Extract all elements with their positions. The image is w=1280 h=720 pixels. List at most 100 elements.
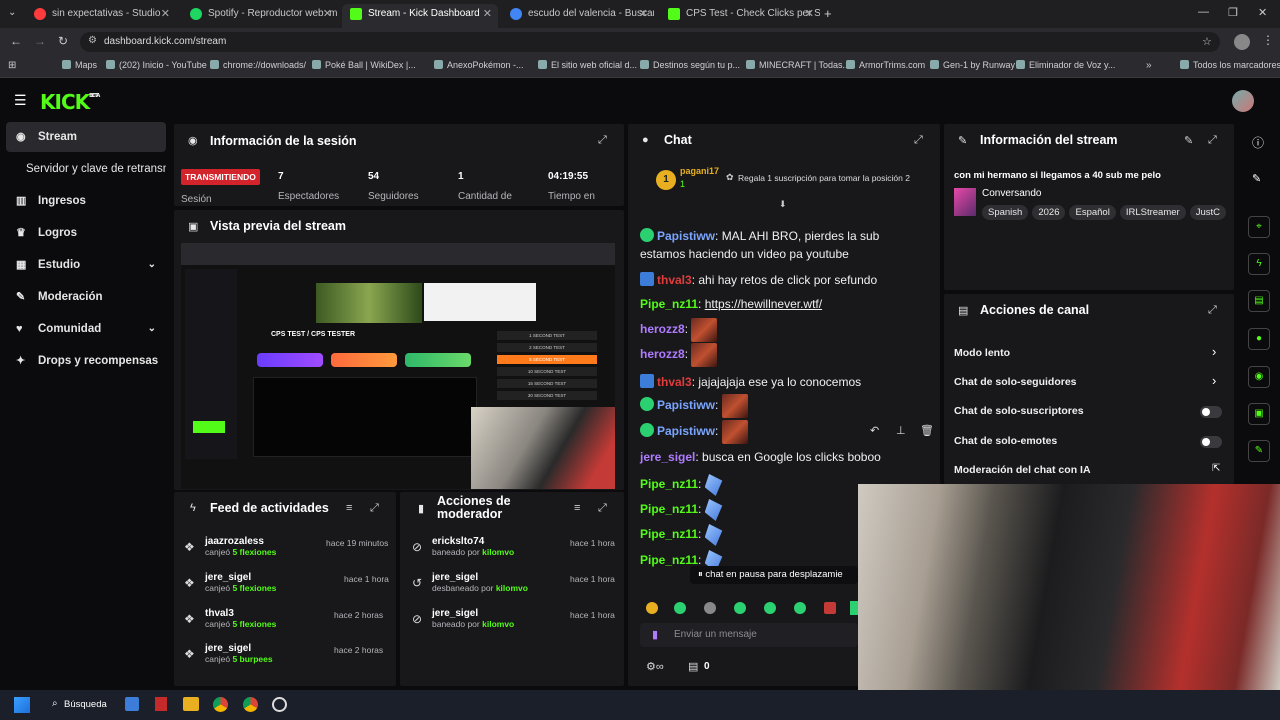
external-link-icon[interactable]: ⇱ [1212,463,1220,474]
pin-icon[interactable]: ⊥ [896,424,906,437]
bookmark-eliminador[interactable]: Eliminador de Voz y... [1016,60,1115,70]
sidebar-item-logros[interactable]: ♛ Logros [6,218,166,248]
browser-menu-icon[interactable]: ⋮ [1262,33,1274,47]
emote-quick[interactable] [674,602,686,614]
edit-icon[interactable]: ✎ [1184,134,1193,147]
chat-username[interactable]: Pipe_nz11 [640,527,698,541]
chat-username[interactable]: herozz8 [640,347,685,361]
more-bookmarks-icon[interactable]: » [1146,60,1152,71]
file-explorer-icon[interactable] [183,697,199,711]
category-name[interactable]: Conversando [982,188,1041,199]
tag[interactable]: JustC [1189,205,1226,220]
close-window-button[interactable]: ✕ [1258,6,1267,19]
chat-input[interactable]: ▮ Enviar un mensaje [640,623,858,647]
rail-list-icon[interactable]: ▤ [1248,290,1270,312]
activity-user[interactable]: jaazrozaless [205,536,276,547]
browser-tab-google[interactable]: escudo del valencia - Buscar co✕ [502,4,654,28]
emote-quick[interactable] [794,602,806,614]
action-ai-moderation[interactable]: Moderación del chat con IA [954,464,1091,476]
expand-icon[interactable]: ⤢ [914,134,923,147]
info-icon[interactable]: ⓘ [1252,134,1264,151]
sidebar-item-estudio[interactable]: ▦ Estudio ⌄ [6,250,166,280]
rail-wrench-icon[interactable]: ✎ [1248,440,1270,462]
tag[interactable]: IRLStreamer [1119,205,1186,220]
kick-logo[interactable]: KICKBETA [40,90,100,114]
bookmark-destinos[interactable]: Destinos según tu p... [640,60,740,70]
expand-icon[interactable]: ⤢ [370,502,379,515]
bookmark-minecraft[interactable]: MINECRAFT | Todas... [746,60,850,70]
chat-username[interactable]: Pipe_nz11 [640,297,698,311]
sidebar-item-stream[interactable]: ◉ Stream [6,122,166,152]
chat-username[interactable]: thval3 [657,273,692,287]
chat-pinned-gift[interactable]: 1 pagani17 1 ✿ Regala 1 suscripción para… [632,163,938,199]
activity-user[interactable]: jere_sigel [205,572,276,583]
subs-only-toggle[interactable] [1200,406,1222,418]
mod-action-user[interactable]: jere_sigel [432,608,514,619]
tab-list-icon[interactable]: ⌄ [8,7,16,18]
sidebar-item-comunidad[interactable]: ♥ Comunidad ⌄ [6,314,166,344]
emote-quick[interactable] [850,601,858,615]
bookmark-runway[interactable]: Gen-1 by Runway [930,60,1015,70]
rail-scan-icon[interactable]: ⌖ [1248,216,1270,238]
minimize-button[interactable]: — [1198,6,1209,18]
expand-icon[interactable]: ⤢ [1208,304,1217,317]
sidebar-item-drops[interactable]: ✦ Drops y recompensas [6,346,166,376]
tag[interactable]: Spanish [982,205,1029,220]
bookmark-youtube[interactable]: (202) Inicio - YouTube [106,60,207,70]
stream-preview-video[interactable]: CPS TEST / CPS TESTER 1 SECOND TEST 2 SE… [181,243,615,489]
reload-icon[interactable]: ↻ [58,34,68,48]
bookmark-armortrims[interactable]: ArmorTrims.com [846,60,925,70]
pencil-icon[interactable]: ✎ [1252,172,1261,185]
close-icon[interactable]: ✕ [323,4,332,24]
emote-quick[interactable] [764,602,776,614]
browser-tab-kick[interactable]: Stream - Kick Dashboard ✕ [342,4,498,28]
bookmark-star-icon[interactable]: ☆ [1202,35,1212,48]
rail-lightning-icon[interactable]: ϟ [1248,253,1270,275]
apps-icon[interactable]: ⊞ [8,60,16,71]
emote-quick[interactable] [734,602,746,614]
chat-username[interactable]: thval3 [657,375,692,389]
mod-action-user[interactable]: jere_sigel [432,572,528,583]
expand-icon[interactable]: ⤢ [1208,134,1217,147]
taskbar-search[interactable]: Búsqueda [64,699,107,710]
chat-username[interactable]: Papistiww [657,398,715,412]
bookmark-all[interactable]: Todos los marcadores [1180,60,1280,70]
chat-username[interactable]: herozz8 [640,322,685,336]
chat-link[interactable]: https://hewillnever.wtf/ [705,297,822,311]
chat-username[interactable]: Papistiww [657,229,715,243]
chat-username[interactable]: Pipe_nz11 [640,553,698,567]
tag[interactable]: Español [1069,205,1116,220]
scroll-down-icon[interactable]: ⬇ [779,199,787,210]
taskview-icon[interactable] [125,697,139,711]
bookmark-downloads[interactable]: chrome://downloads/ [210,60,306,70]
bookmark-anexo[interactable]: AnexoPokémon -... [434,60,524,70]
chrome-active-icon[interactable] [243,697,258,712]
activity-user[interactable]: jere_sigel [205,643,273,654]
action-slow-mode[interactable]: Modo lento [954,347,1010,359]
activity-user[interactable]: thval3 [205,608,276,619]
filter-icon[interactable]: ≡ [346,502,352,514]
browser-tab-cps[interactable]: CPS Test - Check Clicks per Sec ✕ [660,4,820,28]
action-followers-only[interactable]: Chat de solo-seguidores [954,376,1077,388]
maximize-button[interactable]: ❐ [1228,6,1238,19]
chevron-right-icon[interactable]: › [1212,373,1216,388]
search-icon[interactable]: ⌕ [52,698,58,709]
chat-username[interactable]: Pipe_nz11 [640,477,698,491]
windows-start-icon[interactable] [14,697,30,713]
obs-icon[interactable] [272,697,287,712]
expand-icon[interactable]: ⤢ [598,134,607,147]
back-icon[interactable]: ← [10,34,22,48]
close-icon[interactable]: ✕ [161,4,170,24]
chat-username[interactable]: Pipe_nz11 [640,502,698,516]
rail-chat-icon[interactable]: ● [1248,328,1270,350]
bookmark-maps[interactable]: Maps [62,60,97,70]
browser-tab-studio[interactable]: sin expectativas - Studio ✕ [26,4,176,28]
new-tab-button[interactable]: + [824,6,832,21]
sidebar-item-moderacion[interactable]: ✎ Moderación [6,282,166,312]
rail-panel-icon[interactable]: ▣ [1248,403,1270,425]
browser-tab-spotify[interactable]: Spotify - Reproductor web: mú ✕ [182,4,338,28]
emotes-only-toggle[interactable] [1200,436,1222,448]
chat-paused-banner[interactable]: ⏸ chat en pausa para desplazamie [690,566,858,584]
bookmark-sitio[interactable]: El sitio web oficial d... [538,60,637,70]
url-input[interactable]: dashboard.kick.com/stream [80,32,1220,52]
